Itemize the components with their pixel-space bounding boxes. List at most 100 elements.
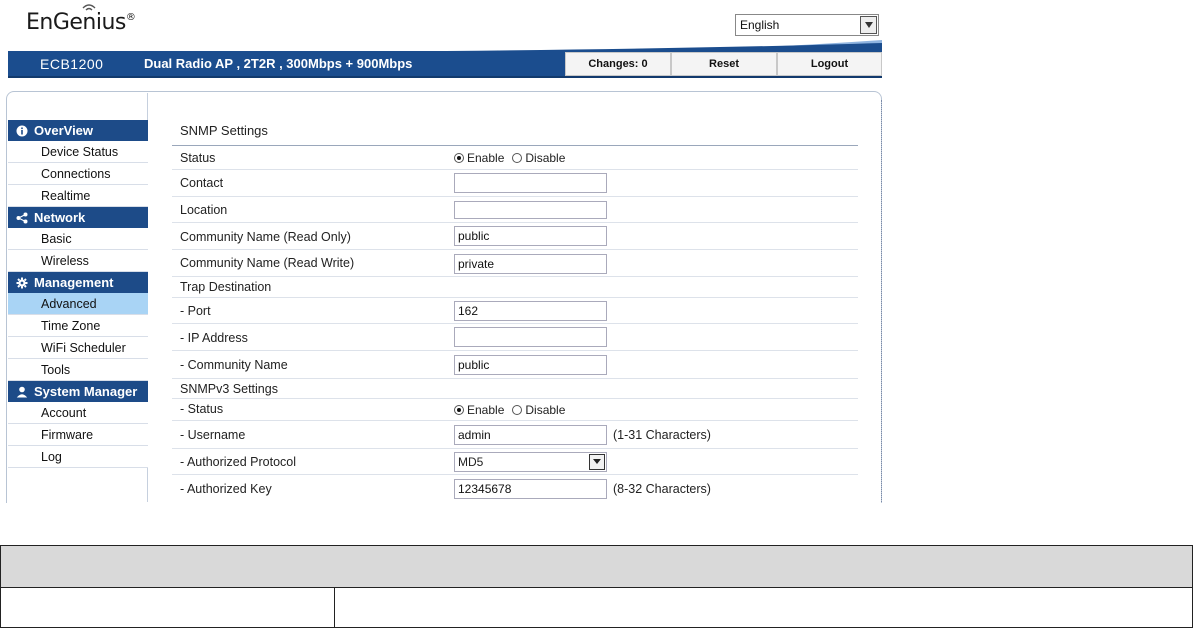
contact-row: Contact — [172, 170, 858, 197]
sidebar-item-wireless[interactable]: Wireless — [8, 250, 148, 272]
status-options: Enable Disable — [454, 151, 569, 165]
changes-button[interactable]: Changes: 0 — [565, 52, 671, 76]
sidebar-section-label: Management — [34, 275, 114, 290]
sidebar-section-label: System Manager — [34, 384, 138, 399]
language-selected: English — [740, 18, 780, 32]
snmpv3-settings-label: SNMPv3 Settings — [180, 382, 278, 396]
auth-protocol-value: MD5 — [458, 455, 484, 469]
reset-button[interactable]: Reset — [671, 52, 777, 76]
username-row: - Username (1-31 Characters) — [172, 421, 858, 449]
sidebar-item-account[interactable]: Account — [8, 402, 148, 424]
model-name: ECB1200 — [40, 56, 104, 72]
v3-status-options: Enable Disable — [454, 403, 569, 417]
radio-unchecked-icon[interactable] — [512, 405, 523, 415]
trap-community-input[interactable] — [454, 355, 607, 375]
sidebar-section-label: OverView — [34, 123, 94, 138]
username-input[interactable] — [454, 425, 607, 445]
chevron-down-icon[interactable] — [589, 454, 605, 470]
status-disable-option[interactable]: Disable — [512, 151, 565, 165]
model-description: Dual Radio AP , 2T2R , 300Mbps + 900Mbps — [144, 56, 413, 71]
auth-key-row: - Authorized Key (8-32 Characters) — [172, 475, 858, 502]
location-row: Location — [172, 197, 858, 223]
admin-ui-screenshot: EnGenius® English ECB1200 Dual Radio AP … — [0, 0, 884, 503]
trap-destination-row: Trap Destination — [172, 277, 858, 298]
status-label: Status — [180, 151, 216, 165]
username-hint: (1-31 Characters) — [613, 428, 711, 442]
sidebar-section-management[interactable]: Management — [8, 272, 148, 293]
wifi-icon — [82, 4, 96, 11]
community-rw-label: Community Name (Read Write) — [180, 256, 355, 270]
sidebar-item-basic[interactable]: Basic — [8, 228, 148, 250]
community-ro-label: Community Name (Read Only) — [180, 230, 351, 244]
registered-mark: ® — [125, 12, 136, 23]
share-icon — [16, 212, 28, 223]
location-label: Location — [180, 203, 228, 217]
sidebar-section-system-manager[interactable]: System Manager — [8, 381, 148, 402]
language-select[interactable]: English — [735, 14, 879, 36]
ip-address-input[interactable] — [454, 327, 607, 347]
engenius-logo: EnGenius® — [26, 4, 136, 35]
sidebar-item-tools[interactable]: Tools — [8, 359, 148, 381]
trap-community-label: - Community Name — [180, 358, 288, 372]
v3-status-disable-option[interactable]: Disable — [512, 403, 565, 417]
snmpv3-settings-row: SNMPv3 Settings — [172, 379, 858, 399]
header-bar: ECB1200 Dual Radio AP , 2T2R , 300Mbps +… — [8, 51, 882, 78]
port-label: - Port — [180, 304, 211, 318]
sidebar-item-realtime[interactable]: Realtime — [8, 185, 148, 207]
sidebar-item-time-zone[interactable]: Time Zone — [8, 315, 148, 337]
info-icon — [16, 125, 28, 136]
v3-status-label: - Status — [180, 402, 224, 416]
v3-status-enable-option[interactable]: Enable — [454, 403, 504, 417]
brand-name: EnGenius — [26, 10, 126, 35]
sidebar-section-label: Network — [34, 210, 86, 225]
table-cell — [1, 588, 335, 628]
sidebar: OverView Device Status Connections Realt… — [8, 120, 148, 468]
auth-key-input[interactable] — [454, 479, 607, 499]
radio-checked-icon[interactable] — [454, 405, 464, 415]
sidebar-item-firmware[interactable]: Firmware — [8, 424, 148, 446]
frame-edge — [881, 100, 882, 502]
community-rw-input[interactable] — [454, 254, 607, 274]
contact-input[interactable] — [454, 173, 607, 193]
community-ro-row: Community Name (Read Only) — [172, 223, 858, 250]
port-input[interactable] — [454, 301, 607, 321]
auth-key-label: - Authorized Key — [180, 482, 272, 496]
sidebar-item-log[interactable]: Log — [8, 446, 148, 468]
sidebar-section-network[interactable]: Network — [8, 207, 148, 228]
snmp-settings-panel: SNMP Settings Status Enable Disable Cont… — [172, 120, 858, 502]
sidebar-item-connections[interactable]: Connections — [8, 163, 148, 185]
enable-label: Enable — [467, 403, 505, 417]
community-ro-input[interactable] — [454, 226, 607, 246]
chevron-down-icon[interactable] — [860, 16, 877, 34]
sidebar-item-wifi-scheduler[interactable]: WiFi Scheduler — [8, 337, 148, 359]
radio-unchecked-icon[interactable] — [512, 153, 523, 163]
trap-community-row: - Community Name — [172, 351, 858, 379]
page-title: SNMP Settings — [172, 120, 858, 146]
gear-icon — [16, 277, 28, 288]
username-label: - Username — [180, 428, 246, 442]
sidebar-section-overview[interactable]: OverView — [8, 120, 148, 141]
sidebar-item-advanced[interactable]: Advanced — [8, 293, 148, 315]
status-enable-option[interactable]: Enable — [454, 151, 504, 165]
community-rw-row: Community Name (Read Write) — [172, 250, 858, 277]
location-input[interactable] — [454, 201, 607, 219]
ip-address-label: - IP Address — [180, 331, 248, 345]
radio-checked-icon[interactable] — [454, 153, 464, 163]
status-row: Status Enable Disable — [172, 146, 858, 170]
auth-protocol-label: - Authorized Protocol — [180, 455, 297, 469]
auth-protocol-select[interactable]: MD5 — [454, 452, 607, 472]
trap-destination-label: Trap Destination — [180, 280, 272, 294]
document-table — [0, 545, 1193, 628]
ip-address-row: - IP Address — [172, 324, 858, 351]
table-row — [1, 588, 1192, 628]
user-icon — [16, 386, 28, 397]
auth-protocol-row: - Authorized Protocol MD5 — [172, 449, 858, 475]
port-row: - Port — [172, 298, 858, 324]
v3-status-row: - Status Enable Disable — [172, 399, 858, 421]
contact-label: Contact — [180, 176, 224, 190]
logout-button[interactable]: Logout — [777, 52, 882, 76]
sidebar-item-device-status[interactable]: Device Status — [8, 141, 148, 163]
disable-label: Disable — [525, 403, 566, 417]
table-header — [1, 546, 1192, 588]
disable-label: Disable — [525, 151, 566, 165]
